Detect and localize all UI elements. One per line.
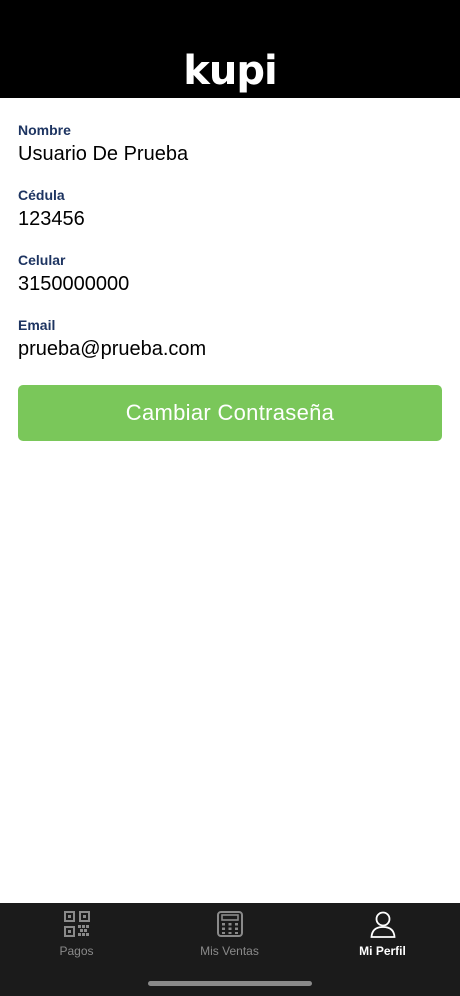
qr-code-icon <box>63 911 90 937</box>
bottom-tab-bar: Pagos Mis Ventas Mi Perfil <box>0 903 460 996</box>
name-field: Nombre Usuario De Prueba <box>18 98 442 165</box>
tab-mis-ventas[interactable]: Mis Ventas <box>153 903 306 963</box>
email-label: Email <box>18 317 56 333</box>
tab-pagos-label: Pagos <box>59 944 94 958</box>
email-value: prueba@prueba.com <box>18 338 207 360</box>
phone-field: Celular 3150000000 <box>18 228 442 295</box>
email-field: Email prueba@prueba.com <box>18 293 442 360</box>
user-icon <box>370 911 395 938</box>
profile-details: Nombre Usuario De Prueba Cédula 123456 C… <box>18 98 442 360</box>
id-number-label: Cédula <box>18 187 65 203</box>
tab-pagos[interactable]: Pagos <box>0 903 153 963</box>
kupi-logo: kupi <box>183 48 277 94</box>
home-indicator <box>148 981 312 986</box>
phone-label: Celular <box>18 252 66 268</box>
calculator-icon <box>216 911 243 937</box>
tab-mi-perfil[interactable]: Mi Perfil <box>306 903 459 963</box>
id-number-field: Cédula 123456 <box>18 163 442 230</box>
app-header: kupi <box>0 0 460 98</box>
name-label: Nombre <box>18 122 71 138</box>
tab-mis-ventas-label: Mis Ventas <box>200 944 259 958</box>
change-password-button[interactable]: Cambiar Contraseña <box>18 385 442 441</box>
tab-mi-perfil-label: Mi Perfil <box>359 944 406 958</box>
